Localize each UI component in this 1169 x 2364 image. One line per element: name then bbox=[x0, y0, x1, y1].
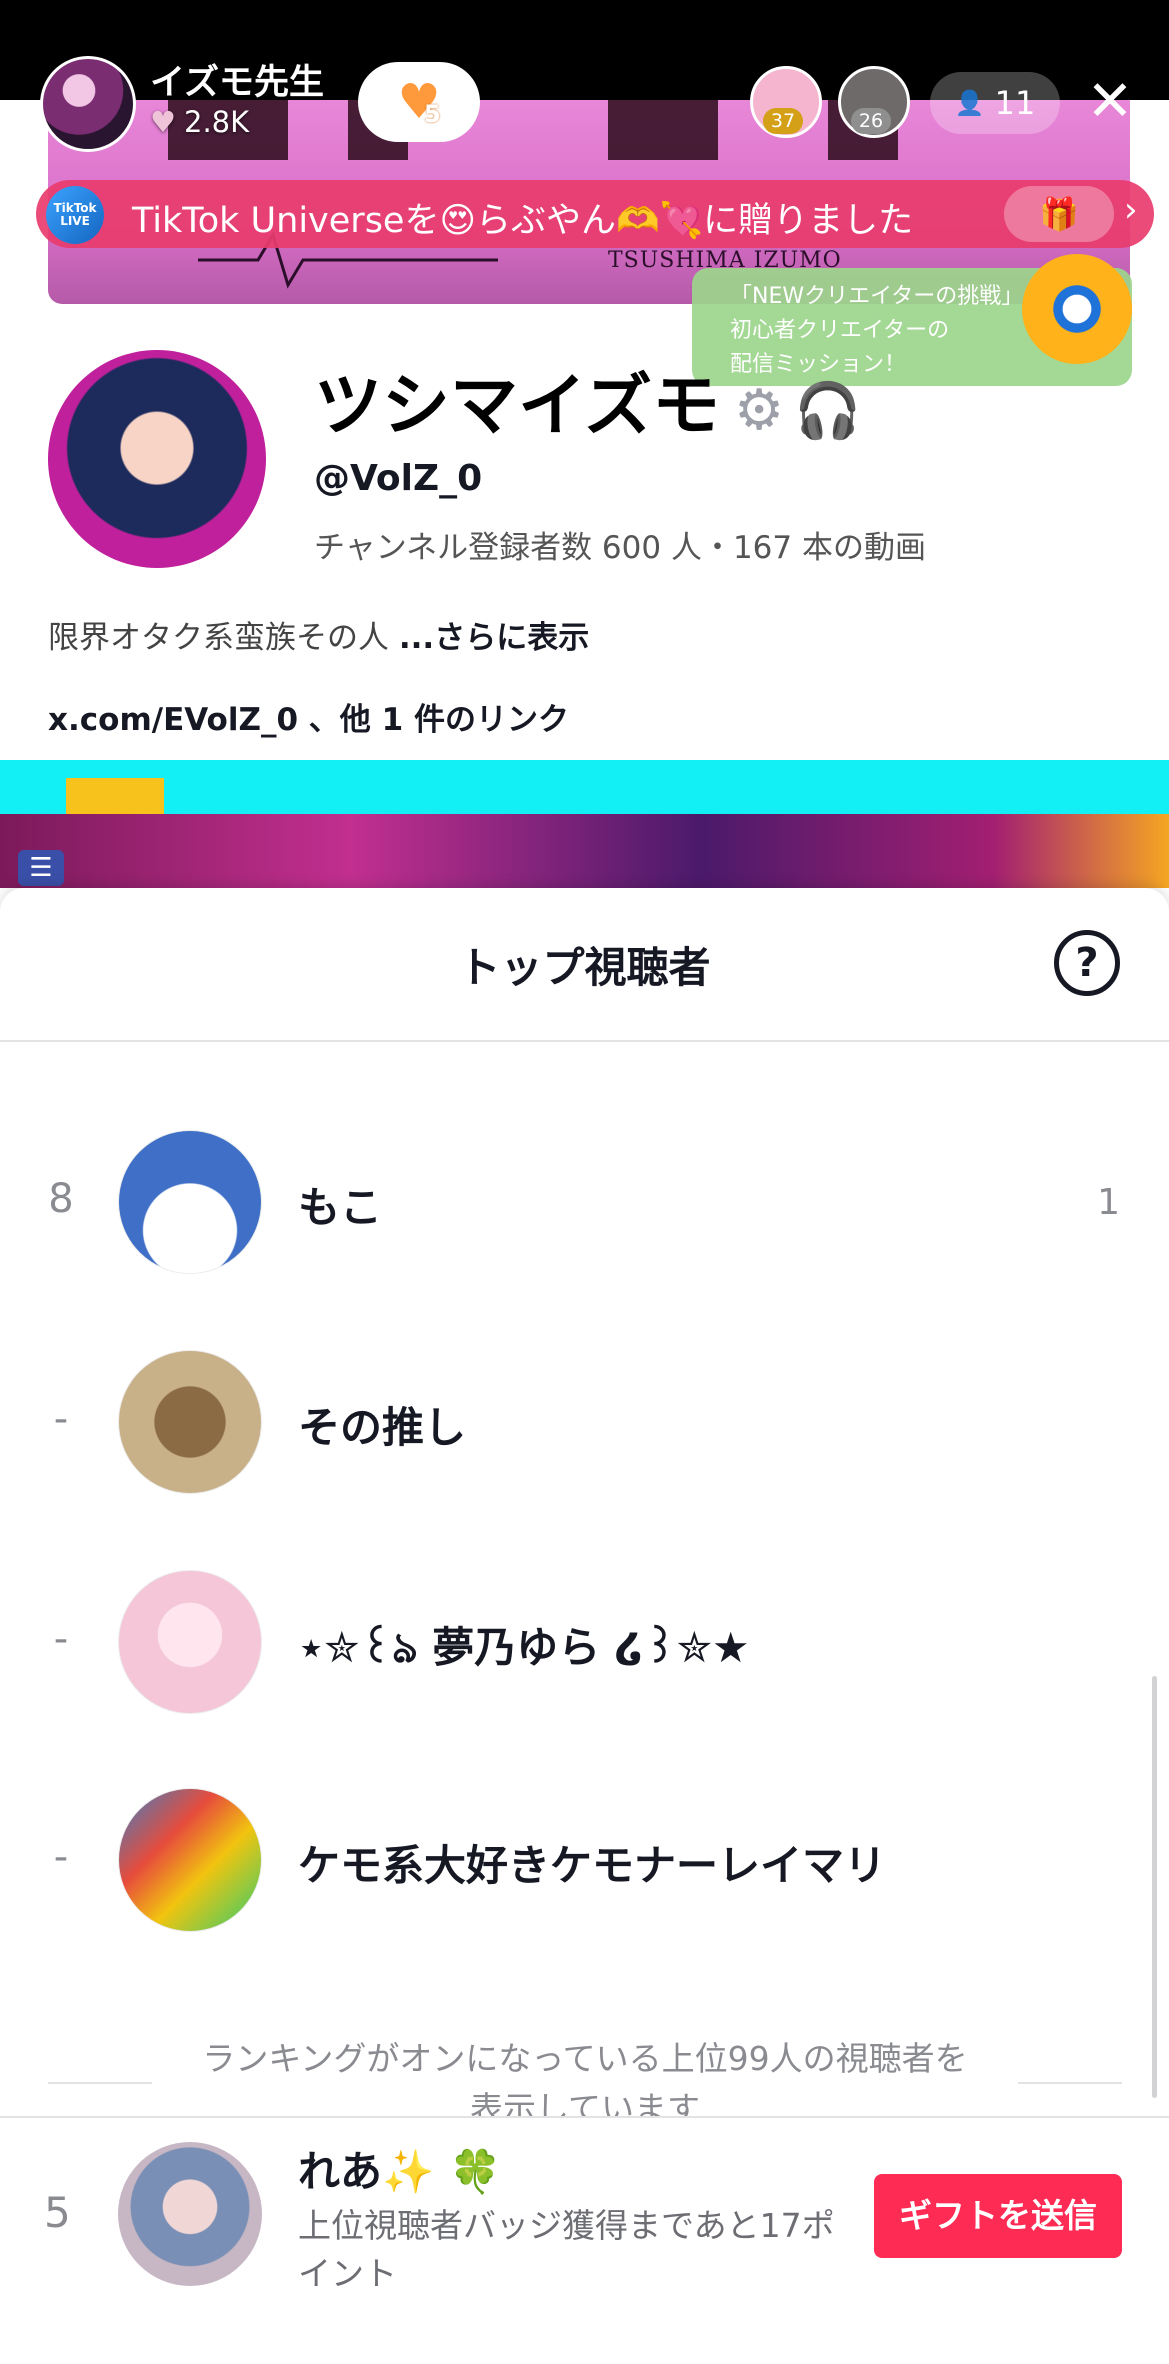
headphones-icon: 🎧 bbox=[794, 379, 862, 442]
viewer-count-pill[interactable]: 👤 11 bbox=[930, 72, 1060, 134]
profile-stats: チャンネル登録者数 600 人・167 本の動画 bbox=[314, 530, 926, 566]
viewer-rank: - bbox=[53, 1616, 69, 1662]
my-rank: 5 bbox=[44, 2188, 71, 2237]
divider bbox=[0, 1040, 1169, 1042]
video-yellow-block bbox=[66, 778, 164, 814]
viewer-row[interactable]: 8 もこ 1 bbox=[0, 1130, 1169, 1280]
like-pill-count: 5 bbox=[424, 100, 441, 128]
host-likes: ♥ 2.8K bbox=[150, 105, 249, 139]
video-game-scene bbox=[0, 814, 1169, 888]
profile-avatar[interactable] bbox=[48, 350, 266, 568]
viewer-row[interactable]: - ケモ系大好きケモナーレイマリ bbox=[0, 1788, 1169, 1938]
sheet-title: トップ視聴者 bbox=[458, 943, 711, 992]
profile-name: ツシマイズモ ⚙ 🎧 bbox=[314, 350, 861, 449]
viewer-score: 1 bbox=[1097, 1182, 1120, 1223]
help-icon[interactable]: ? bbox=[1054, 930, 1120, 996]
host-avatar[interactable] bbox=[40, 56, 136, 152]
send-gift-button[interactable]: ギフトを送信 bbox=[874, 2174, 1122, 2258]
tiktok-live-logo: TikTok LIVE bbox=[46, 186, 104, 244]
person-icon: 👤 bbox=[954, 89, 985, 117]
video-top-strip bbox=[0, 760, 1169, 814]
viewer-avatar[interactable] bbox=[118, 1350, 262, 1494]
viewer-row[interactable]: - その推し bbox=[0, 1350, 1169, 1500]
bio-more-link[interactable]: ...さらに表示 bbox=[399, 620, 589, 656]
viewer-name: ケモ系大好きケモナーレイマリ bbox=[298, 1841, 887, 1890]
viewer-row[interactable]: - ⋆✮꒰ঌ 夢乃ゆら ໒꒱✮★ bbox=[0, 1570, 1169, 1720]
host-likes-count: 2.8K bbox=[184, 105, 250, 139]
my-rank-bar: 5 れあ✨ 🍀 上位視聴者バッジ獲得まであと17ポイント ギフトを送信 bbox=[0, 2116, 1169, 2364]
viewer-name: その推し bbox=[298, 1403, 467, 1452]
viewer-count: 11 bbox=[994, 84, 1036, 122]
viewer-avatar[interactable] bbox=[118, 1570, 262, 1714]
profile-name-text: ツシマイズモ bbox=[314, 367, 720, 446]
gift-message: TikTok Universeを😍らぶやん🫶💘に贈りました bbox=[132, 201, 914, 241]
scrollbar[interactable] bbox=[1152, 1676, 1157, 2098]
viewer-avatar[interactable] bbox=[118, 1130, 262, 1274]
top-viewer-badge: 37 bbox=[763, 108, 803, 134]
profile-links[interactable]: x.com/EVolZ_0 、他 1 件のリンク bbox=[48, 694, 569, 739]
clover-icon: 🍀 bbox=[448, 2147, 502, 2196]
gear-icon: ⚙ bbox=[733, 378, 785, 443]
mission-eye-icon bbox=[1022, 254, 1132, 364]
profile-handle: @VolZ_0 bbox=[314, 458, 483, 499]
viewer-rank: - bbox=[53, 1396, 69, 1442]
badge-progress-text: 上位視聴者バッジ獲得まであと17ポイント bbox=[298, 2206, 835, 2293]
like-pill[interactable]: ♥ 5 bbox=[358, 62, 480, 142]
gift-icon[interactable]: 🎁 bbox=[1004, 186, 1114, 242]
divider bbox=[1018, 2082, 1122, 2084]
close-icon[interactable]: ✕ bbox=[1080, 72, 1140, 132]
banner-stripe bbox=[608, 100, 718, 160]
top-viewer-badge: 26 bbox=[851, 108, 891, 134]
divider bbox=[48, 2082, 152, 2084]
profile-bio: 限界オタク系蛮族その人 ...さらに表示 bbox=[48, 612, 589, 657]
host-name[interactable]: イズモ先生 bbox=[150, 54, 324, 105]
viewer-name: ⋆✮꒰ঌ 夢乃ゆら ໒꒱✮★ bbox=[298, 1623, 750, 1672]
sparkles-icon: ✨ bbox=[382, 2147, 435, 2196]
chevron-right-icon[interactable]: › bbox=[1124, 190, 1138, 230]
my-name: れあ✨ 🍀 bbox=[298, 2138, 501, 2199]
gift-notification[interactable]: TikTok LIVE TikTok Universeを😍らぶやん🫶💘に贈りまし… bbox=[36, 180, 1154, 248]
menu-icon[interactable]: ☰ bbox=[18, 850, 64, 886]
heart-icon: ♥ bbox=[150, 105, 176, 139]
viewer-avatar[interactable] bbox=[118, 1788, 262, 1932]
live-video-preview[interactable]: ☰ bbox=[0, 760, 1169, 888]
viewer-name: もこ bbox=[298, 1183, 383, 1232]
viewer-rank: - bbox=[53, 1834, 69, 1880]
my-name-text: れあ bbox=[298, 2147, 383, 2196]
bio-text: 限界オタク系蛮族その人 bbox=[48, 620, 389, 656]
viewer-rank: 8 bbox=[48, 1176, 74, 1222]
my-avatar[interactable] bbox=[118, 2142, 262, 2286]
